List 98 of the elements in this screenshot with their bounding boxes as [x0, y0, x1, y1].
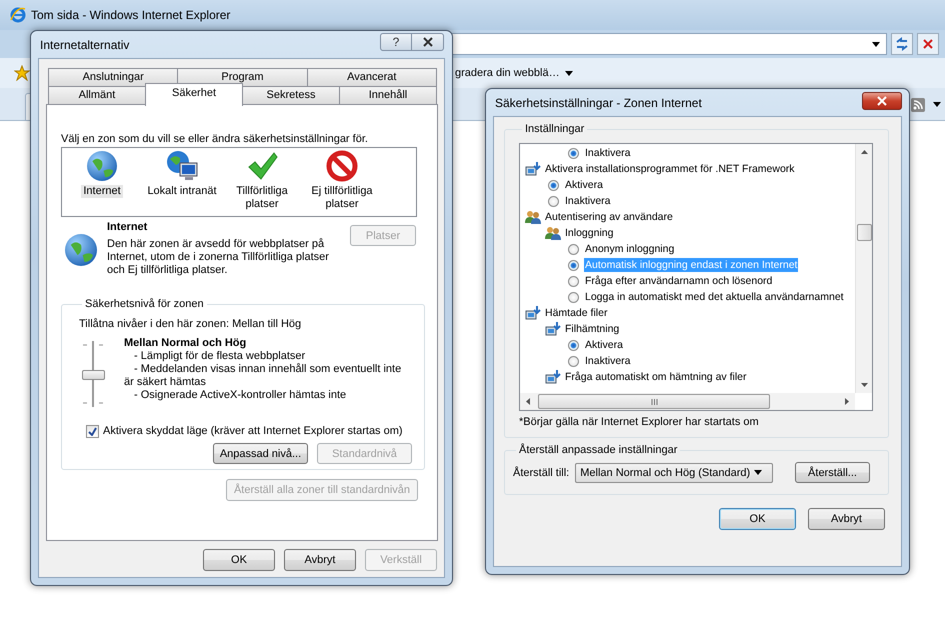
close-icon: [422, 37, 434, 47]
option-label[interactable]: Inaktivera: [584, 354, 632, 368]
dropdown-caret-icon: [872, 42, 880, 46]
close-button[interactable]: [412, 33, 444, 51]
button[interactable]: OK: [719, 508, 796, 530]
zone-item[interactable]: Lokalt intranät: [145, 185, 219, 198]
dialog-title: Säkerhetsinställningar - Zonen Internet: [495, 96, 702, 110]
scroll-up-icon: [860, 150, 868, 154]
star-icon: [14, 65, 30, 81]
level-description: - Lämpligt för de flesta webbplatser: [133, 350, 306, 363]
button[interactable]: Anpassad nivå...: [213, 443, 308, 464]
option-label[interactable]: Fråga efter användarnamn och lösenord: [584, 274, 774, 288]
radio-button[interactable]: [568, 356, 579, 366]
computer-arrow-icon: [525, 161, 541, 177]
help-button[interactable]: ?: [380, 33, 412, 51]
zone-name: Internet: [107, 221, 148, 234]
button[interactable]: Avbryt: [808, 508, 885, 530]
field-label: Återställ till:: [513, 466, 570, 478]
tab[interactable]: Säkerhet: [145, 83, 243, 106]
globe-monitor-icon: [165, 150, 199, 182]
button[interactable]: OK: [203, 549, 275, 571]
tab[interactable]: Anslutningar: [48, 68, 178, 86]
refresh-button[interactable]: [891, 33, 913, 55]
vertical-scrollbar[interactable]: [855, 144, 872, 393]
ie-logo-icon: [10, 7, 26, 23]
group-label: Säkerhetsnivå för zonen: [84, 298, 205, 311]
window-title: Tom sida - Windows Internet Explorer: [31, 8, 230, 22]
scroll-thumb[interactable]: [538, 394, 770, 409]
slider-thumb[interactable]: [82, 370, 105, 380]
option-label[interactable]: Aktivera: [564, 178, 604, 192]
tab[interactable]: Allmänt: [48, 86, 146, 104]
menu-caret-icon: [933, 102, 941, 107]
level-name: Mellan Normal och Hög: [124, 337, 248, 350]
checkmark-icon: [88, 426, 97, 436]
reset-button[interactable]: Återställ...: [795, 462, 870, 483]
tab[interactable]: Innehåll: [339, 86, 437, 104]
close-icon: [876, 96, 888, 106]
feed-icon: [911, 98, 925, 112]
no-entry-icon: [326, 150, 358, 182]
level-dropdown[interactable]: Mellan Normal och Hög (Standard): [575, 462, 774, 482]
globe-icon: [64, 233, 98, 267]
radio-button[interactable]: [568, 244, 579, 254]
zone-description: Den här zonen är avsedd för webbplatser på Internet, utom de i zonerna Tillförlitliga platser och Ej tillförlitliga platser.: [107, 238, 330, 277]
level-description: - Meddelanden visas innan innehåll som eventuellt inte är säkert hämtas: [124, 363, 402, 389]
radio-button[interactable]: [568, 340, 579, 350]
setting-label: Filhämtning: [564, 322, 620, 336]
allowed-levels-text: Tillåtna nivåer i den här zonen: Mellan till Hög: [79, 318, 302, 331]
globe-icon: [86, 150, 118, 182]
users-icon: [525, 209, 541, 225]
refresh-arrows-icon: [894, 36, 910, 52]
setting-label: Fråga automatiskt om hämtning av filer: [564, 370, 748, 384]
zone-item[interactable]: Tillförlitliga platser: [222, 185, 302, 211]
caret-icon: [564, 70, 573, 76]
scroll-down-icon: [860, 383, 868, 387]
checkbox-label: Aktivera skyddat läge (kräver att Internet Explorer startas om): [103, 424, 403, 438]
checkbox[interactable]: [86, 424, 99, 438]
option-label[interactable]: Anonym inloggning: [584, 242, 676, 256]
tab[interactable]: Avancerat: [306, 68, 437, 86]
option-label[interactable]: Aktivera: [584, 338, 624, 352]
radio-button[interactable]: [568, 148, 579, 158]
radio-button[interactable]: [568, 276, 579, 286]
button[interactable]: Avbryt: [284, 549, 356, 571]
radio-button[interactable]: [548, 180, 559, 190]
users-icon: [545, 225, 561, 241]
group-label: Återställ anpassade inställningar: [518, 444, 678, 457]
radio-button[interactable]: [568, 292, 579, 302]
stop-icon: [922, 39, 934, 49]
option-label[interactable]: Inaktivera: [584, 146, 632, 160]
checkmark-icon: [246, 150, 278, 182]
tab[interactable]: Sekretess: [242, 86, 340, 104]
horizontal-scrollbar[interactable]: [520, 393, 855, 410]
instruction-text: Välj en zon som du vill se eller ändra säkerhetsinställningar för.: [60, 132, 369, 146]
setting-label: Autentisering av användare: [544, 210, 674, 224]
restart-note: *Börjar gälla när Internet Explorer har startats om: [519, 416, 760, 429]
computer-arrow-icon: [525, 305, 541, 321]
scroll-left-icon: [526, 398, 530, 405]
close-button[interactable]: [862, 92, 902, 110]
option-label[interactable]: Inaktivera: [564, 194, 612, 208]
stop-button[interactable]: [917, 33, 939, 55]
zone-item[interactable]: Ej tillförlitliga platser: [302, 185, 382, 211]
favorites-link[interactable]: gradera din webblä…: [455, 67, 573, 79]
radio-button[interactable]: [548, 196, 559, 206]
grip-icon: [650, 398, 658, 404]
setting-label: Aktivera installationsprogrammet för .NET Framework: [544, 162, 796, 176]
level-description: - Osignerade ActiveX-kontroller hämtas inte: [133, 389, 348, 402]
caret-icon: [754, 470, 762, 475]
option-label[interactable]: Logga in automatiskt med det aktuella användarnamnet: [584, 290, 845, 304]
setting-label: Hämtade filer: [544, 306, 608, 320]
setting-label: Inloggning: [564, 226, 614, 240]
group-label: Inställningar: [524, 123, 586, 136]
tab[interactable]: Program: [177, 68, 308, 86]
zone-item[interactable]: Internet: [81, 185, 123, 198]
computer-arrow-icon: [545, 321, 561, 337]
computer-arrow-icon: [545, 369, 561, 385]
scroll-thumb[interactable]: [856, 224, 872, 241]
radio-button[interactable]: [568, 260, 579, 270]
dialog-title: Internetalternativ: [40, 38, 130, 52]
scroll-right-icon: [845, 398, 849, 405]
